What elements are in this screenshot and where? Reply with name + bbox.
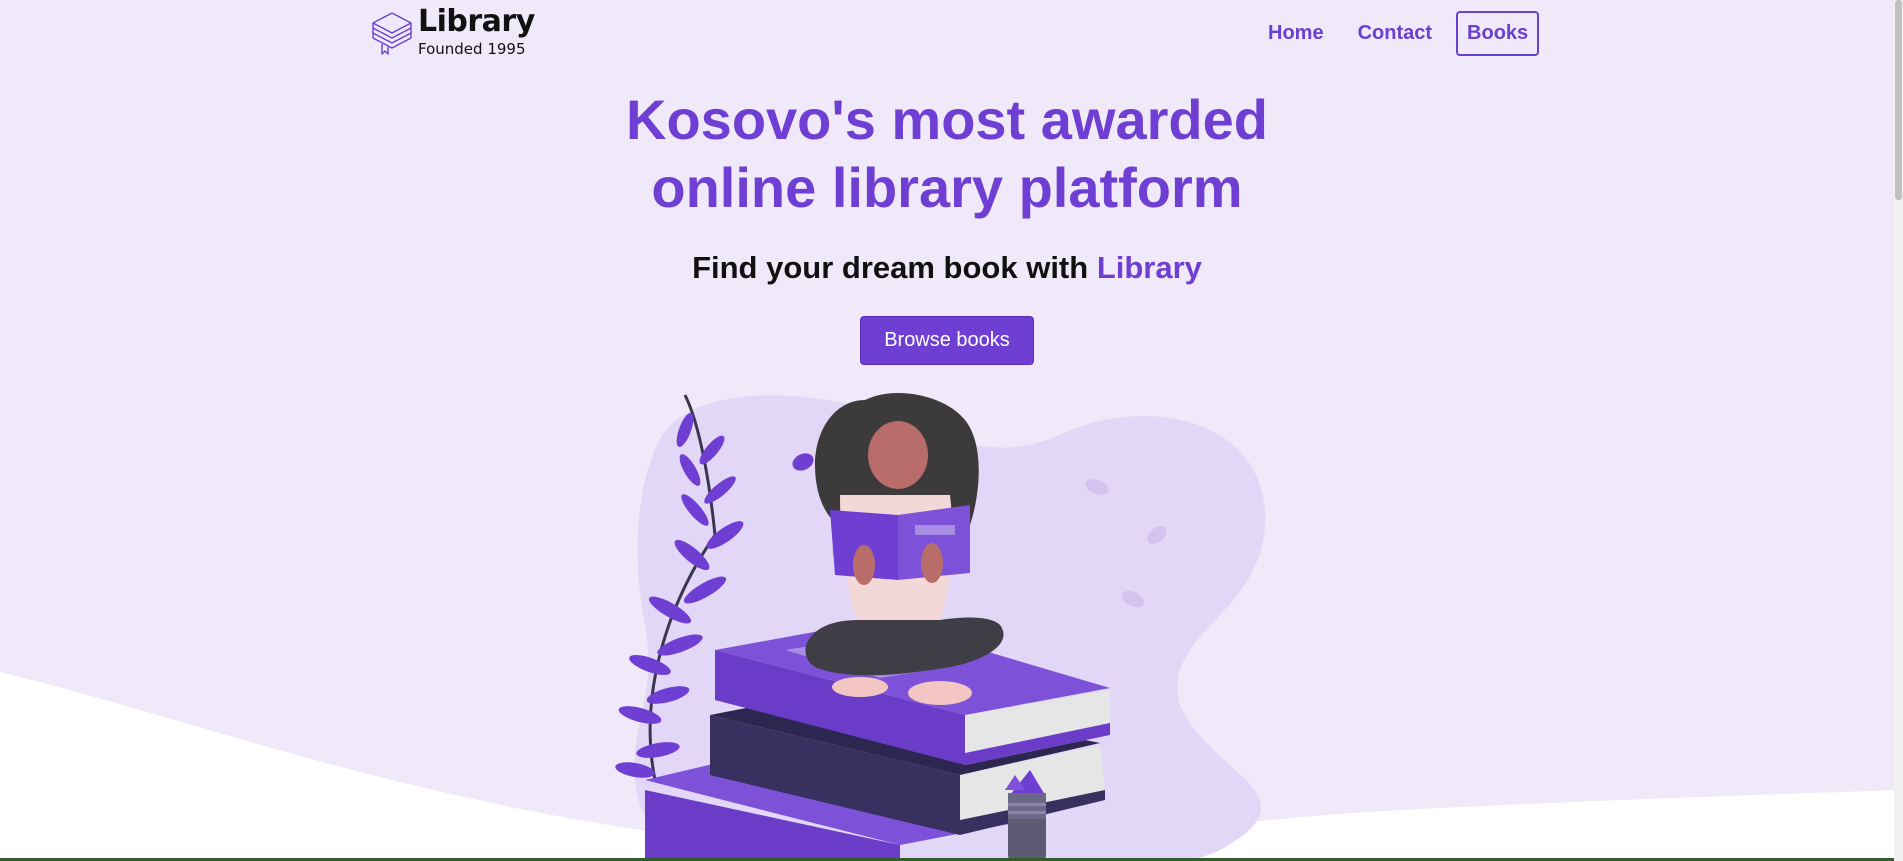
- hero-title: Kosovo's most awarded online library pla…: [0, 86, 1894, 222]
- browse-books-button[interactable]: Browse books: [860, 316, 1034, 365]
- hero-title-line1: Kosovo's most awarded: [626, 88, 1268, 151]
- brand-subtitle: Founded 1995: [418, 40, 526, 58]
- nav-books-link[interactable]: Books: [1456, 11, 1540, 56]
- page-scrollbar[interactable]: [1894, 0, 1903, 861]
- hero-subtitle-prefix: Find your dream book with: [692, 250, 1097, 285]
- hero-subtitle: Find your dream book with Library: [0, 249, 1894, 287]
- hero-subtitle-accent: Library: [1096, 250, 1202, 285]
- site-header: Library Founded 1995 Home Contact Books: [0, 0, 1894, 66]
- reading-woman-illustration: [615, 392, 1266, 861]
- hero-section: Kosovo's most awarded online library pla…: [0, 86, 1894, 365]
- stacked-books-icon: [372, 12, 412, 55]
- nav-home-link[interactable]: Home: [1268, 22, 1324, 45]
- scrollbar-thumb[interactable]: [1895, 0, 1902, 200]
- nav-contact-link[interactable]: Contact: [1358, 22, 1432, 45]
- hero-title-line2: online library platform: [651, 156, 1243, 219]
- main-nav: Home Contact Books: [1256, 11, 1540, 56]
- brand-logo[interactable]: Library Founded 1995: [370, 6, 535, 58]
- brand-title: Library: [418, 4, 535, 39]
